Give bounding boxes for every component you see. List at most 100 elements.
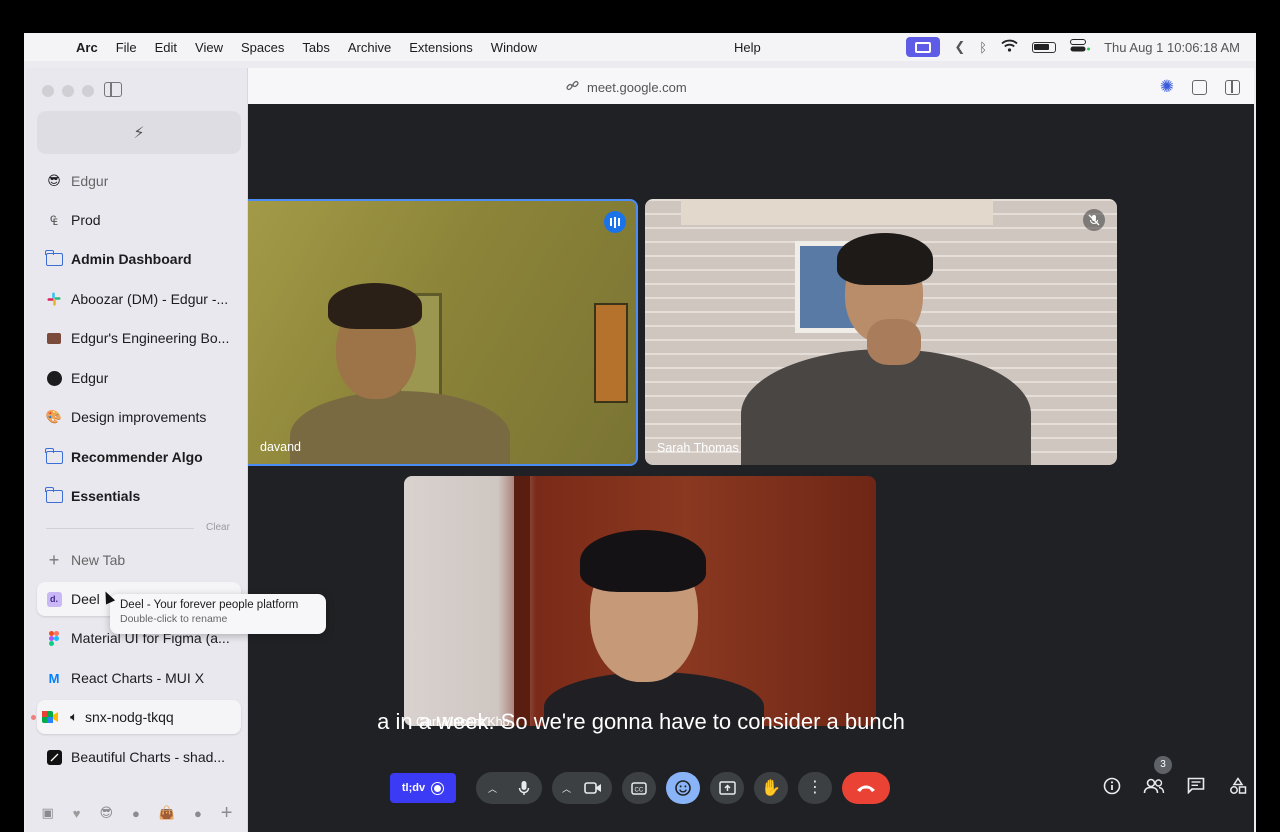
extension-icon[interactable]: ✺ xyxy=(1160,77,1174,97)
control-center-icon[interactable] xyxy=(1070,39,1091,55)
arc-sidebar: ⚡︎ 😎 Edgur ₠ Prod Admin Dashboard Abooza… xyxy=(26,68,326,832)
menu-help[interactable]: Help xyxy=(734,40,761,55)
space-dot-icon-2[interactable]: ● xyxy=(194,806,202,821)
folder-icon xyxy=(44,486,63,503)
tab-label: Design improvements xyxy=(71,409,207,425)
url-bar: meet.google.com ✺ xyxy=(248,68,1254,104)
chevron-left-icon[interactable]: ❮ xyxy=(954,39,965,55)
pinned-tab-edgur-profile[interactable]: 😎 Edgur xyxy=(37,164,241,198)
space-heart-icon[interactable]: ♥ xyxy=(73,806,81,821)
participant-tile-3[interactable]: Carl Vincent Kho xyxy=(404,476,876,726)
menu-tabs[interactable]: Tabs xyxy=(302,40,329,55)
svg-text:CC: CC xyxy=(635,787,644,793)
desktop-screen: Arc File Edit View Spaces Tabs Archive E… xyxy=(24,33,1256,832)
tab-beautiful-charts[interactable]: Beautiful Charts - shad... xyxy=(37,740,241,774)
chevron-up-icon[interactable]: ︿ xyxy=(562,782,571,795)
pinned-tab-prod[interactable]: ₠ Prod xyxy=(37,203,241,237)
folder-recommender-algo[interactable]: Recommender Algo xyxy=(37,440,241,474)
folder-label: Admin Dashboard xyxy=(71,251,192,267)
leave-call-button[interactable] xyxy=(842,772,890,804)
raise-hand-button[interactable]: ✋ xyxy=(754,772,788,804)
info-icon xyxy=(1103,777,1121,794)
tab-label: Edgur xyxy=(71,370,109,386)
site-controls-icon[interactable] xyxy=(1192,79,1207,95)
menubar-clock[interactable]: Thu Aug 1 10:06:18 AM xyxy=(1104,40,1240,55)
tab-label: Deel xyxy=(71,591,100,607)
battery-icon[interactable] xyxy=(1032,41,1057,53)
chat-button[interactable] xyxy=(1175,777,1217,799)
pinned-tab-design-improvements[interactable]: 🎨 Design improvements xyxy=(37,400,241,434)
pinned-tab-github[interactable]: Edgur xyxy=(37,361,241,395)
participant-hair xyxy=(580,530,706,592)
deel-logo: d. xyxy=(46,591,62,607)
tldv-button[interactable]: tl;dv xyxy=(390,773,456,803)
split-view-icon[interactable] xyxy=(1225,79,1240,95)
zoom-window-button[interactable] xyxy=(82,85,94,97)
speaker-icon[interactable]: 🔈︎ xyxy=(63,709,85,725)
folder-label: Recommender Algo xyxy=(71,449,203,465)
archive-icon[interactable]: ▣ xyxy=(41,805,53,821)
google-meet-icon xyxy=(37,711,63,723)
tab-react-charts[interactable]: M React Charts - MUI X xyxy=(37,661,241,695)
sidebar-toggle-icon[interactable] xyxy=(104,82,122,97)
audio-level-icon xyxy=(604,211,626,233)
space-dot-icon[interactable]: ● xyxy=(132,806,140,821)
tab-label: snx-nodg-tkqq xyxy=(85,709,174,725)
minimize-window-button[interactable] xyxy=(62,85,74,97)
activities-button[interactable] xyxy=(1217,776,1256,800)
participant-name: davand xyxy=(260,440,302,454)
new-tab-button[interactable]: + New Tab xyxy=(37,543,241,577)
present-button[interactable] xyxy=(710,772,744,804)
screen-record-icon[interactable] xyxy=(906,37,941,57)
menu-edit[interactable]: Edit xyxy=(155,40,177,55)
participant-name: Sarah Thomas xyxy=(657,441,739,455)
muted-mic-icon xyxy=(1083,209,1105,231)
ceiling-trim xyxy=(681,199,993,225)
wifi-icon[interactable] xyxy=(1001,39,1018,55)
tooltip-subtitle: Double-click to rename xyxy=(120,613,228,625)
microphone-button[interactable]: ︿ xyxy=(476,772,542,804)
tab-google-meet[interactable]: 🔈︎ snx-nodg-tkqq xyxy=(31,700,241,734)
meeting-info-button[interactable] xyxy=(1091,777,1133,800)
menu-app-name[interactable]: Arc xyxy=(76,40,98,55)
people-count-badge: 3 xyxy=(1154,755,1172,774)
menu-view[interactable]: View xyxy=(195,40,223,55)
more-options-button[interactable]: ⋮ xyxy=(798,772,832,804)
participant-body xyxy=(741,349,1031,465)
participant-tile-1[interactable]: davand xyxy=(248,199,638,466)
folder-essentials[interactable]: Essentials xyxy=(37,479,241,513)
tldv-label: tl;dv xyxy=(401,782,426,794)
pinned-tab-slack[interactable]: Aboozar (DM) - Edgur -... xyxy=(37,282,241,316)
menu-spaces[interactable]: Spaces xyxy=(241,40,284,55)
command-bar-button[interactable]: ⚡︎ xyxy=(37,111,241,154)
camera-button[interactable]: ︿ xyxy=(552,772,612,804)
tab-label: Edgur's Engineering Bo... xyxy=(71,330,230,346)
menu-window[interactable]: Window xyxy=(491,40,537,55)
people-button[interactable]: 3 xyxy=(1133,755,1175,799)
menu-file[interactable]: File xyxy=(116,40,137,55)
board-icon xyxy=(37,332,71,344)
more-vert-icon: ⋮ xyxy=(807,779,823,796)
space-bag-icon[interactable]: 👜 xyxy=(159,805,175,821)
chevron-up-icon[interactable]: ︿ xyxy=(488,782,497,795)
url-text: meet.google.com xyxy=(587,79,687,95)
menu-archive[interactable]: Archive xyxy=(348,40,391,55)
video-camera-icon xyxy=(584,782,601,794)
folder-admin-dashboard[interactable]: Admin Dashboard xyxy=(37,242,241,276)
pinned-tab-engineering-board[interactable]: Edgur's Engineering Bo... xyxy=(37,321,241,355)
bluetooth-icon[interactable]: ᛒ xyxy=(979,40,987,55)
close-window-button[interactable] xyxy=(42,85,54,97)
captions-button[interactable]: CC xyxy=(622,772,656,804)
address-field[interactable]: meet.google.com xyxy=(566,79,687,95)
new-space-plus-icon[interactable]: + xyxy=(221,802,233,825)
status-area: ❮ ᛒ Thu Aug 1 10:06:18 AM xyxy=(906,33,1240,61)
menu-extensions[interactable]: Extensions xyxy=(409,40,473,55)
participant-tile-2[interactable]: Sarah Thomas xyxy=(645,199,1117,465)
reactions-button[interactable] xyxy=(666,772,700,804)
folder-icon-wrap xyxy=(37,249,71,266)
github-icon xyxy=(37,370,71,386)
clear-tabs-button[interactable]: Clear xyxy=(206,522,230,533)
hand xyxy=(867,319,921,365)
space-sunglasses-icon[interactable]: 😎 xyxy=(99,805,113,821)
tab-label: Edgur xyxy=(71,173,109,189)
